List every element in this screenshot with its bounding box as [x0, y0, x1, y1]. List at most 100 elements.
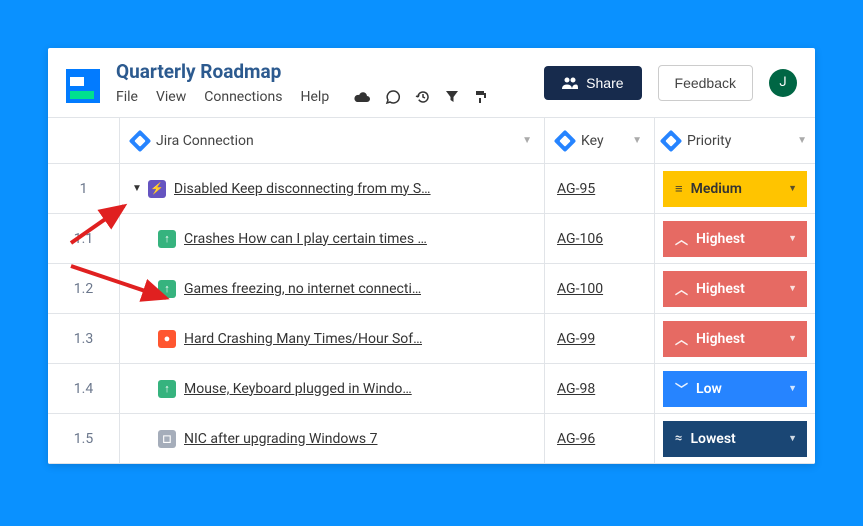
app-window: Quarterly Roadmap File View Connections … — [48, 48, 815, 464]
menu-help[interactable]: Help — [301, 89, 330, 105]
priority-select[interactable]: ≡Medium▼ — [663, 171, 807, 207]
row-number: 1.5 — [48, 414, 120, 463]
issue-key-link[interactable]: AG-106 — [557, 231, 603, 247]
menubar: File View Connections Help — [116, 89, 528, 105]
key-cell: AG-99 — [545, 314, 655, 363]
issue-title-link[interactable]: Hard Crashing Many Times/Hour Sof… — [184, 331, 422, 347]
topbar: Quarterly Roadmap File View Connections … — [48, 48, 815, 109]
priority-label: Highest — [696, 331, 745, 347]
column-header-key[interactable]: Key ▼ — [545, 118, 655, 163]
priority-cell: ︿ Highest ▼ — [655, 314, 815, 363]
priority-label: Medium — [691, 181, 742, 197]
priority-icon: ︿ — [675, 279, 688, 298]
chevron-down-icon[interactable]: ▼ — [788, 233, 797, 244]
key-cell: AG-96 — [545, 414, 655, 463]
issue-key-link[interactable]: AG-98 — [557, 381, 595, 397]
share-button[interactable]: Share — [544, 66, 641, 100]
issue-cell: ▼ ⚡ Disabled Keep disconnecting from my S… — [120, 164, 545, 213]
chevron-down-icon[interactable]: ▼ — [788, 433, 797, 444]
column-header-main[interactable]: Jira Connection ▼ — [120, 118, 545, 163]
feedback-button[interactable]: Feedback — [658, 65, 753, 101]
menu-connections[interactable]: Connections — [204, 89, 282, 105]
chevron-down-icon[interactable]: ▼ — [632, 135, 642, 146]
issue-title-link[interactable]: NIC after upgrading Windows 7 — [184, 431, 378, 447]
issue-type-icon: ↑ — [158, 280, 176, 298]
issue-cell: ● Hard Crashing Many Times/Hour Sof… — [120, 314, 545, 363]
chevron-down-icon[interactable]: ▼ — [797, 135, 807, 146]
comment-icon[interactable] — [385, 89, 401, 105]
priority-cell: ︿ Highest ▼ — [655, 264, 815, 313]
priority-select[interactable]: ︿ Highest ▼ — [663, 271, 807, 307]
header-left: Quarterly Roadmap File View Connections … — [116, 60, 528, 105]
issue-title-link[interactable]: Crashes How can I play certain times … — [184, 231, 427, 247]
priority-icon: ︿ — [675, 329, 688, 348]
issue-type-icon: ↑ — [158, 380, 176, 398]
key-cell: AG-95 — [545, 164, 655, 213]
jira-diamond-icon — [660, 129, 683, 152]
table-row[interactable]: 1.1 ↑ Crashes How can I play certain times… — [48, 214, 815, 264]
chevron-down-icon[interactable]: ▼ — [788, 283, 797, 294]
column-header-priority[interactable]: Priority ▼ — [655, 118, 815, 163]
issue-key-link[interactable]: AG-96 — [557, 431, 595, 447]
chevron-down-icon[interactable]: ▼ — [788, 333, 797, 344]
issue-type-icon: ● — [158, 330, 176, 348]
expand-caret-icon[interactable]: ▼ — [132, 183, 142, 194]
priority-select[interactable]: ≈Lowest▼ — [663, 421, 807, 457]
table-row[interactable]: 1.5 ◻ NIC after upgrading Windows 7 AG-96 ≈L… — [48, 414, 815, 464]
issue-title-link[interactable]: Mouse, Keyboard plugged in Windo… — [184, 381, 412, 397]
priority-cell: ﹀ Low ▼ — [655, 364, 815, 413]
priority-cell: ≈Lowest▼ — [655, 414, 815, 463]
issue-cell: ↑ Games freezing, no internet connecti… — [120, 264, 545, 313]
priority-select[interactable]: ﹀ Low ▼ — [663, 371, 807, 407]
jira-diamond-icon — [554, 129, 577, 152]
issue-cell: ↑ Mouse, Keyboard plugged in Windo… — [120, 364, 545, 413]
row-number: 1.4 — [48, 364, 120, 413]
key-cell: AG-98 — [545, 364, 655, 413]
issue-cell: ◻ NIC after upgrading Windows 7 — [120, 414, 545, 463]
history-icon[interactable] — [415, 89, 431, 105]
table-row[interactable]: 1 ▼ ⚡ Disabled Keep disconnecting from my S… — [48, 164, 815, 214]
column-key-label: Key — [581, 133, 624, 149]
priority-icon: ︿ — [675, 229, 688, 248]
priority-select[interactable]: ︿ Highest ▼ — [663, 221, 807, 257]
menu-file[interactable]: File — [116, 89, 138, 105]
paint-icon[interactable] — [473, 89, 489, 105]
issue-type-icon: ⚡ — [148, 180, 166, 198]
cloud-icon[interactable] — [353, 90, 371, 104]
row-number: 1.1 — [48, 214, 120, 263]
key-cell: AG-100 — [545, 264, 655, 313]
menu-view[interactable]: View — [156, 89, 186, 105]
issue-type-icon: ◻ — [158, 430, 176, 448]
user-avatar[interactable]: J — [769, 69, 797, 97]
priority-label: Highest — [696, 281, 745, 297]
grid-header-row: Jira Connection ▼ Key ▼ Priority ▼ — [48, 118, 815, 164]
table-row[interactable]: 1.3●Hard Crashing Many Times/Hour Sof…AG… — [48, 314, 815, 364]
priority-label: Low — [696, 381, 722, 397]
issue-key-link[interactable]: AG-100 — [557, 281, 603, 297]
issue-title-link[interactable]: Disabled Keep disconnecting from my S… — [174, 181, 431, 197]
table-row[interactable]: 1.4 ↑ Mouse, Keyboard plugged in Windo… AG-… — [48, 364, 815, 414]
chevron-down-icon[interactable]: ▼ — [522, 135, 532, 146]
priority-label: Highest — [696, 231, 745, 247]
priority-select[interactable]: ︿ Highest ▼ — [663, 321, 807, 357]
app-logo-icon — [66, 69, 100, 103]
row-number-header — [48, 118, 120, 163]
issue-key-link[interactable]: AG-99 — [557, 331, 595, 347]
priority-icon: ≈ — [675, 431, 682, 446]
priority-icon: ﹀ — [675, 379, 688, 398]
row-number: 1 — [48, 164, 120, 213]
column-main-label: Jira Connection — [156, 133, 514, 149]
priority-cell: ︿ Highest ▼ — [655, 214, 815, 263]
document-title[interactable]: Quarterly Roadmap — [116, 60, 528, 83]
table-row[interactable]: 1.2↑Games freezing, no internet connecti… — [48, 264, 815, 314]
issue-title-link[interactable]: Games freezing, no internet connecti… — [184, 281, 421, 297]
issue-type-icon: ↑ — [158, 230, 176, 248]
issue-cell: ↑ Crashes How can I play certain times … — [120, 214, 545, 263]
priority-cell: ≡Medium▼ — [655, 164, 815, 213]
issue-key-link[interactable]: AG-95 — [557, 181, 595, 197]
filter-icon[interactable] — [445, 90, 459, 104]
people-icon — [562, 77, 578, 89]
chevron-down-icon[interactable]: ▼ — [788, 383, 797, 394]
chevron-down-icon[interactable]: ▼ — [788, 183, 797, 194]
toolbar-icons — [353, 89, 489, 105]
